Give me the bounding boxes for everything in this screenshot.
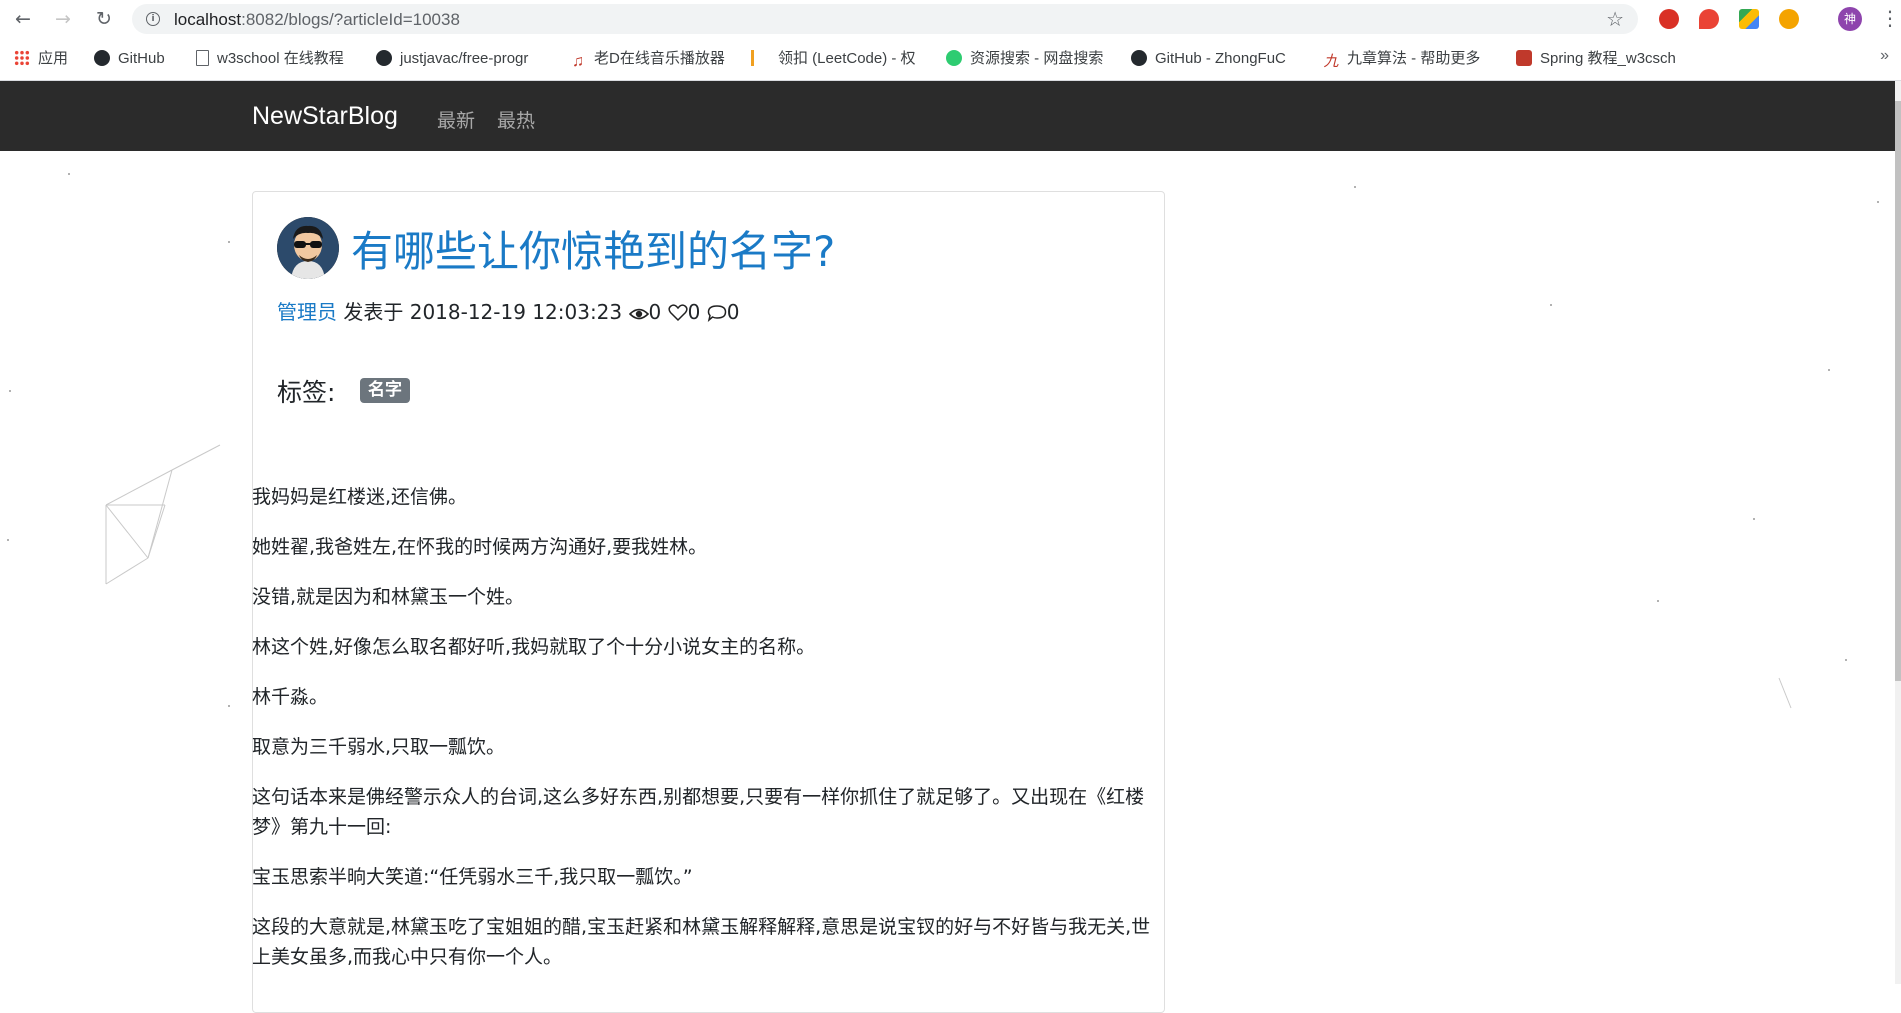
scrollbar-thumb[interactable] [1895,101,1901,681]
comment-count: 0 [726,300,740,324]
article-paragraph: 取意为三千弱水,只取一瓢饮。 [252,736,506,758]
nav-link-hottest[interactable]: 最热 [497,106,535,133]
nav-link-latest[interactable]: 最新 [437,106,475,133]
view-count: 0 [648,300,662,324]
author-link[interactable]: 管理员 [277,300,337,324]
article-paragraph: 我妈妈是红楼迷,还信佛。 [252,486,468,508]
brand-link[interactable]: NewStarBlog [252,102,398,131]
article-paragraph: 这句话本来是佛经警示众人的台词,这么多好东西,别都想要,只要有一样你抓住了就足够… [252,786,1145,838]
site-navbar: NewStarBlog 最新 最热 [0,81,1895,151]
tags-label: 标签: [277,378,336,407]
article-paragraph: 没错,就是因为和林黛玉一个姓。 [252,586,525,608]
article-meta: 管理员 发表于 2018-12-19 12:03:23 0 0 0 [277,296,739,325]
article-paragraph: 林千淼。 [252,686,329,708]
heart-icon[interactable] [667,304,688,322]
article-content: 我妈妈是红楼迷,还信佛。 她姓翟,我爸姓左,在怀我的时候两方沟通好,要我姓林。 … [252,482,1157,992]
page-scrollbar[interactable] [1895,81,1901,984]
article-paragraph: 她姓翟,我爸姓左,在怀我的时候两方沟通好,要我姓林。 [252,536,708,558]
article-paragraph: 宝玉思索半晌大笑道:“任凭弱水三千,我只取一瓢饮。” [252,866,693,888]
eye-icon [628,308,649,320]
comment-icon[interactable] [707,304,727,323]
article-paragraph: 这段的大意就是,林黛玉吃了宝姐姐的醋,宝玉赶紧和林黛玉解释解释,意思是说宝钗的好… [252,916,1151,968]
published-time: 2018-12-19 12:03:23 [409,300,623,324]
article-paragraph: 林这个姓,好像怎么取名都好听,我妈就取了个十分小说女主的名称。 [252,636,816,658]
article-title[interactable]: 有哪些让你惊艳到的名字? [351,218,835,279]
published-prefix: 发表于 [343,300,404,324]
like-count: 0 [687,300,701,324]
author-avatar[interactable] [277,217,339,279]
tag-badge[interactable]: 名字 [360,378,410,403]
